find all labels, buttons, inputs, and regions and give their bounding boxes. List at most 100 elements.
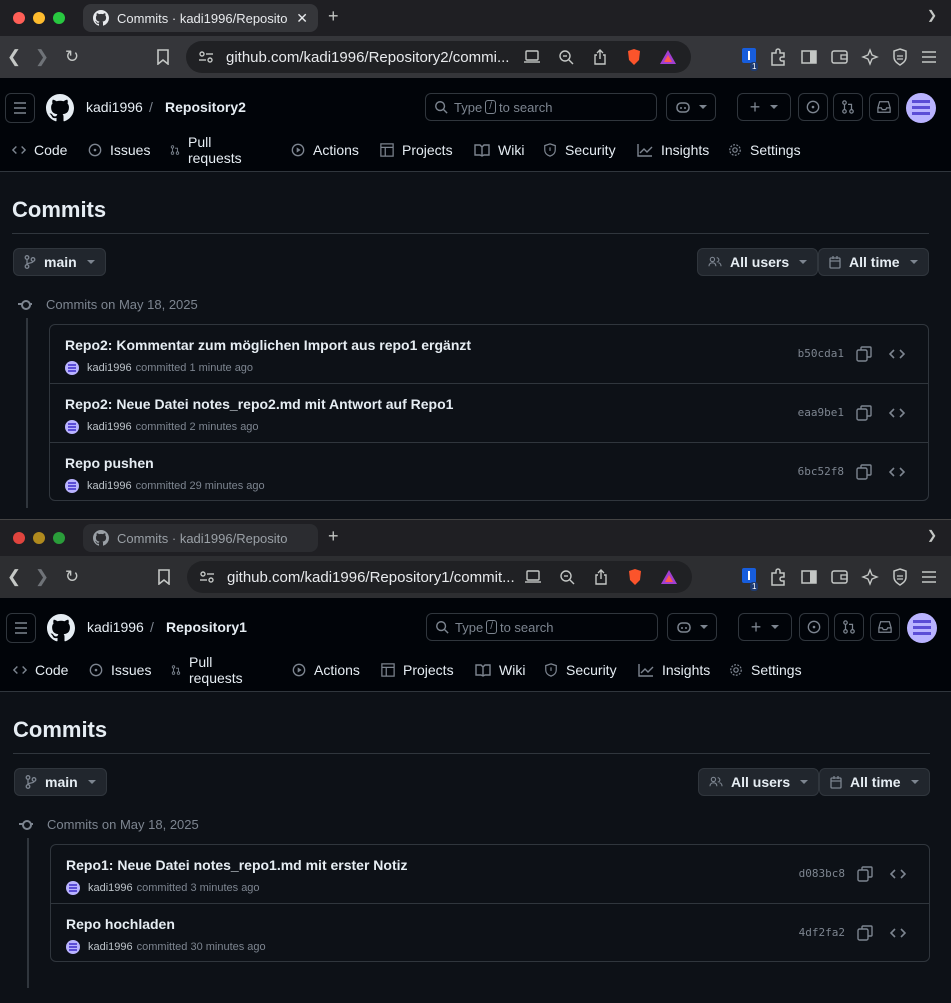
pull-requests-button[interactable] bbox=[833, 93, 863, 121]
share-icon[interactable] bbox=[591, 567, 611, 587]
commit-row[interactable]: Repo2: Kommentar zum möglichen Import au… bbox=[50, 325, 928, 384]
copy-icon[interactable] bbox=[857, 866, 873, 882]
address-bar[interactable]: github.com/kadi1996/Repository1/commit..… bbox=[187, 561, 692, 593]
author-avatar[interactable] bbox=[66, 881, 80, 895]
new-tab-icon[interactable]: + bbox=[328, 526, 339, 547]
tab-list-chevron-icon[interactable]: ❯ bbox=[927, 528, 937, 542]
vpn-shield-icon[interactable] bbox=[890, 567, 910, 587]
brave-shields-icon[interactable] bbox=[624, 47, 644, 67]
author-avatar[interactable] bbox=[65, 420, 79, 434]
browse-code-icon[interactable] bbox=[890, 866, 906, 882]
cast-icon[interactable] bbox=[523, 567, 543, 587]
bookmark-icon[interactable] bbox=[154, 567, 174, 587]
address-bar[interactable]: github.com/kadi1996/Repository2/commi... bbox=[186, 41, 691, 73]
commit-message[interactable]: Repo2: Kommentar zum möglichen Import au… bbox=[65, 337, 471, 353]
tab-insights[interactable]: Insights bbox=[638, 658, 710, 682]
issues-button[interactable] bbox=[799, 613, 829, 641]
tab-wiki[interactable]: Wiki bbox=[474, 138, 524, 162]
site-settings-icon[interactable] bbox=[198, 50, 214, 64]
branch-select-button[interactable]: main bbox=[14, 768, 107, 796]
author-avatar[interactable] bbox=[66, 940, 80, 954]
sidebar-icon[interactable] bbox=[799, 567, 819, 587]
leo-ai-icon[interactable] bbox=[860, 567, 880, 587]
bookmark-icon[interactable] bbox=[153, 47, 173, 67]
copy-icon[interactable] bbox=[856, 464, 872, 480]
brave-rewards-icon[interactable] bbox=[658, 47, 678, 67]
global-menu-button[interactable] bbox=[5, 93, 35, 123]
search-input[interactable]: Type / to search bbox=[426, 613, 658, 641]
owner-link[interactable]: kadi1996 bbox=[87, 619, 144, 635]
close-window-button[interactable] bbox=[13, 532, 25, 544]
commit-sha[interactable]: b50cda1 bbox=[798, 347, 844, 360]
github-logo-icon[interactable] bbox=[47, 614, 75, 642]
time-filter-button[interactable]: All time bbox=[818, 248, 929, 276]
copilot-button[interactable] bbox=[666, 93, 716, 121]
browse-code-icon[interactable] bbox=[889, 405, 905, 421]
copy-icon[interactable] bbox=[857, 925, 873, 941]
commit-message[interactable]: Repo hochladen bbox=[66, 916, 175, 932]
repo-link[interactable]: Repository2 bbox=[165, 99, 246, 115]
user-avatar[interactable] bbox=[906, 93, 936, 123]
zoom-window-button[interactable] bbox=[53, 12, 65, 24]
author-avatar[interactable] bbox=[65, 361, 79, 375]
commit-author[interactable]: kadi1996 bbox=[87, 362, 132, 374]
forward-icon[interactable]: ❯ bbox=[32, 47, 52, 67]
author-avatar[interactable] bbox=[65, 479, 79, 493]
brave-rewards-icon[interactable] bbox=[659, 567, 679, 587]
tab-wiki[interactable]: Wiki bbox=[475, 658, 525, 682]
commit-row[interactable]: Repo1: Neue Datei notes_repo1.md mit ers… bbox=[51, 845, 929, 904]
tab-issues[interactable]: Issues bbox=[89, 658, 151, 682]
repo-link[interactable]: Repository1 bbox=[166, 619, 247, 635]
commit-sha[interactable]: d083bc8 bbox=[799, 867, 845, 880]
commit-sha[interactable]: eaa9be1 bbox=[798, 406, 844, 419]
time-filter-button[interactable]: All time bbox=[819, 768, 930, 796]
back-icon[interactable]: ❮ bbox=[4, 567, 24, 587]
tab-code[interactable]: Code bbox=[13, 658, 68, 682]
users-filter-button[interactable]: All users bbox=[697, 248, 819, 276]
commit-message[interactable]: Repo1: Neue Datei notes_repo1.md mit ers… bbox=[66, 857, 408, 873]
reload-icon[interactable]: ↻ bbox=[62, 47, 82, 67]
browse-code-icon[interactable] bbox=[889, 464, 905, 480]
tab-insights[interactable]: Insights bbox=[637, 138, 709, 162]
tab-pull-requests[interactable]: Pull requests bbox=[170, 134, 246, 166]
extensions-icon[interactable] bbox=[768, 47, 788, 67]
tab-projects[interactable]: Projects bbox=[381, 658, 454, 682]
commit-author[interactable]: kadi1996 bbox=[88, 882, 133, 894]
vpn-shield-icon[interactable] bbox=[890, 47, 910, 67]
copilot-button[interactable] bbox=[667, 613, 717, 641]
browse-code-icon[interactable] bbox=[889, 346, 905, 362]
commit-message[interactable]: Repo2: Neue Datei notes_repo2.md mit Ant… bbox=[65, 396, 453, 412]
issues-button[interactable] bbox=[798, 93, 828, 121]
global-menu-button[interactable] bbox=[6, 613, 36, 643]
browser-tab[interactable]: Commits · kadi1996/Reposito ✕ bbox=[83, 4, 318, 32]
commit-author[interactable]: kadi1996 bbox=[87, 480, 132, 492]
commit-message[interactable]: Repo pushen bbox=[65, 455, 154, 471]
tab-security[interactable]: Security bbox=[544, 658, 617, 682]
extensions-icon[interactable] bbox=[768, 567, 788, 587]
commit-row[interactable]: Repo pushen kadi1996 committed 29 minute… bbox=[50, 443, 928, 500]
zoom-icon[interactable] bbox=[556, 47, 576, 67]
commit-sha[interactable]: 6bc52f8 bbox=[798, 465, 844, 478]
commit-sha[interactable]: 4df2fa2 bbox=[799, 926, 845, 939]
commit-row[interactable]: Repo hochladen kadi1996 committed 30 min… bbox=[51, 904, 929, 961]
create-new-button[interactable]: + bbox=[738, 613, 792, 641]
tab-list-chevron-icon[interactable]: ❯ bbox=[927, 8, 937, 22]
tab-projects[interactable]: Projects bbox=[380, 138, 453, 162]
tab-code[interactable]: Code bbox=[12, 138, 67, 162]
minimize-window-button[interactable] bbox=[33, 532, 45, 544]
site-settings-icon[interactable] bbox=[199, 570, 215, 584]
zoom-icon[interactable] bbox=[557, 567, 577, 587]
new-tab-icon[interactable]: + bbox=[328, 6, 339, 27]
zoom-window-button[interactable] bbox=[53, 532, 65, 544]
cast-icon[interactable] bbox=[522, 47, 542, 67]
search-input[interactable]: Type / to search bbox=[425, 93, 657, 121]
menu-icon[interactable] bbox=[919, 567, 939, 587]
commit-author[interactable]: kadi1996 bbox=[87, 421, 132, 433]
tab-actions[interactable]: Actions bbox=[291, 138, 359, 162]
user-avatar[interactable] bbox=[907, 613, 937, 643]
tab-issues[interactable]: Issues bbox=[88, 138, 150, 162]
copy-icon[interactable] bbox=[856, 405, 872, 421]
tab-settings[interactable]: Settings bbox=[728, 138, 801, 162]
inbox-button[interactable] bbox=[869, 93, 899, 121]
tab-settings[interactable]: Settings bbox=[729, 658, 802, 682]
